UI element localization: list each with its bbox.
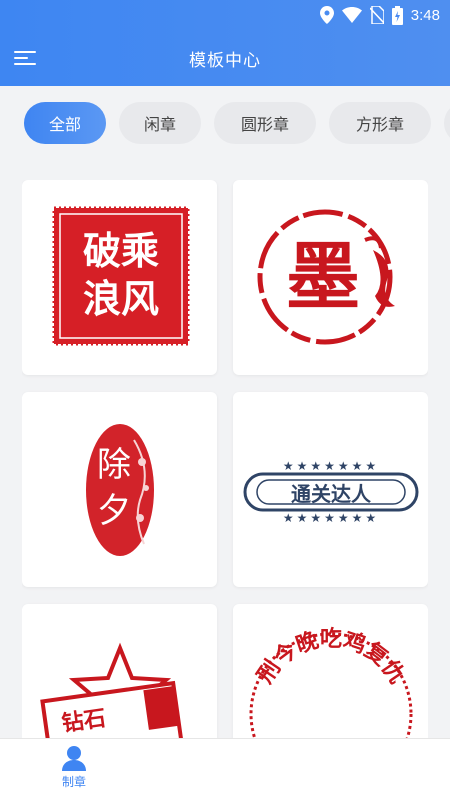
svg-text:★★★★★★★: ★★★★★★★ — [283, 511, 379, 525]
svg-text:★★★★★★★: ★★★★★★★ — [283, 459, 379, 473]
seal-text-line-1: 破乘 — [83, 228, 159, 273]
seal-text-line-1: 通关达人 — [291, 482, 372, 506]
title-bar: 模板中心 — [0, 30, 450, 86]
wifi-icon — [341, 7, 362, 23]
seal-arc-text: 刑今晚吃鸡复仇 — [252, 626, 410, 688]
template-card[interactable]: 钻石 — [22, 604, 217, 740]
status-time: 3:48 — [410, 6, 440, 24]
category-tabs: 全部 闲章 圆形章 方形章 — [24, 102, 450, 144]
template-card[interactable]: ★★★★★★★ ★★★★★★★ 通关达人 — [233, 392, 428, 587]
template-card[interactable]: 破乘 浪风 — [22, 180, 217, 375]
status-bar: 3:48 — [0, 0, 450, 30]
template-grid: 破乘 浪风 墨 除 夕 ★★★★★★★ ★★★★★★★ 通关达人 钻石 刑今晚吃… — [22, 180, 428, 740]
user-icon — [62, 746, 86, 771]
battery-charging-icon — [391, 5, 403, 25]
seal-square-image: 破乘 浪风 — [52, 206, 190, 346]
seal-star-image: 钻石 — [40, 642, 184, 740]
tab-more[interactable] — [444, 102, 450, 144]
seal-banner-image: ★★★★★★★ ★★★★★★★ 通关达人 — [243, 459, 419, 525]
seal-arc-image: 刑今晚吃鸡复仇 — [249, 626, 413, 740]
seal-round-image: 墨 — [257, 209, 395, 345]
template-card[interactable]: 除 夕 — [22, 392, 217, 587]
template-card[interactable]: 刑今晚吃鸡复仇 — [233, 604, 428, 740]
bottom-nav: 制章 — [0, 738, 450, 800]
seal-text-line-1: 刑今晚吃鸡复仇 — [252, 626, 410, 688]
app-header: 3:48 模板中心 — [0, 0, 450, 86]
tab-round-seal[interactable]: 圆形章 — [214, 102, 316, 144]
seal-text-line-2: 夕 — [97, 491, 131, 531]
seal-text-line-1: 除 — [97, 445, 131, 485]
no-sim-icon — [369, 6, 384, 24]
tab-square-seal[interactable]: 方形章 — [329, 102, 431, 144]
tab-all[interactable]: 全部 — [24, 102, 106, 144]
page-title: 模板中心 — [189, 51, 261, 71]
tab-idle-seal[interactable]: 闲章 — [119, 102, 201, 144]
seal-text-line-1: 墨 — [286, 234, 360, 320]
location-icon — [319, 6, 334, 24]
nav-label: 制章 — [61, 775, 86, 789]
seal-oval-image: 除 夕 — [86, 424, 154, 556]
seal-text-line-2: 浪风 — [83, 276, 159, 321]
nav-item-make-seal[interactable]: 制章 — [44, 745, 104, 795]
template-card[interactable]: 墨 — [233, 180, 428, 375]
